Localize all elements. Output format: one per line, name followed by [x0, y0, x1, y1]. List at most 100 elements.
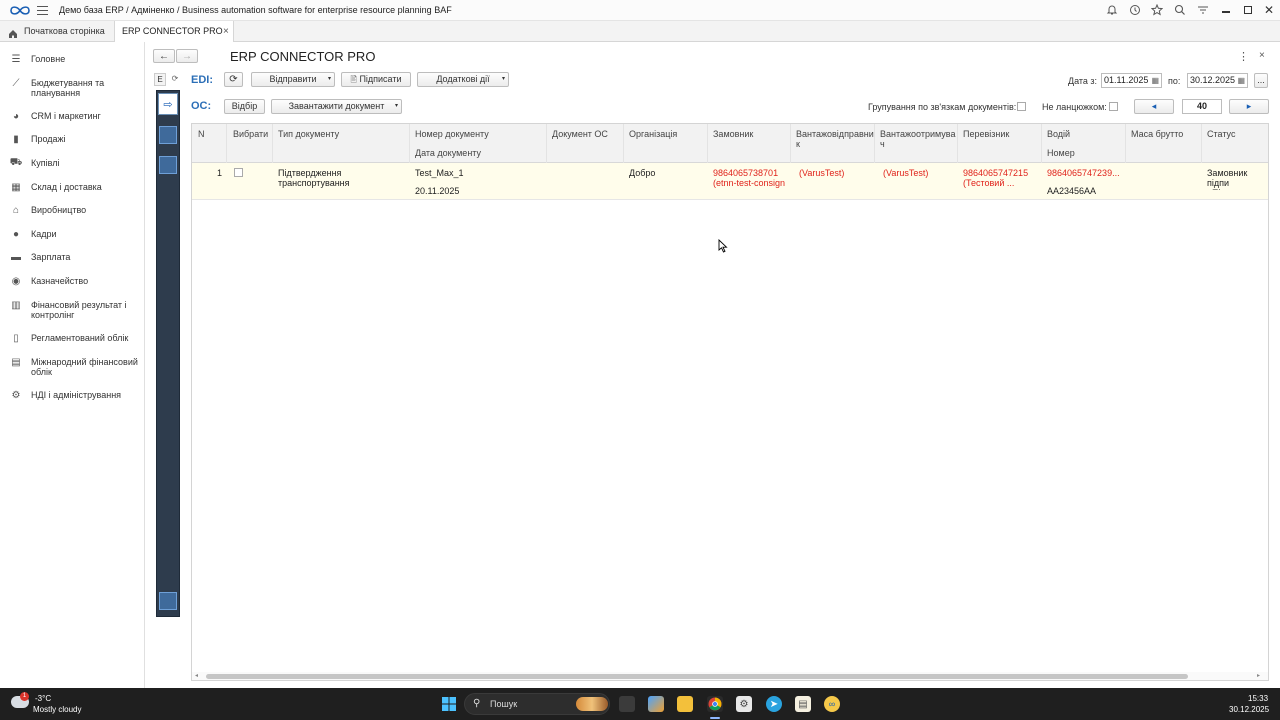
col-header-number[interactable]: Номер [1047, 148, 1075, 158]
tab-erp-connector[interactable]: ERP CONNECTOR PRO × [114, 21, 234, 43]
task-view-icon[interactable] [619, 696, 635, 712]
document-app-icon[interactable]: ▤ [795, 696, 811, 712]
sidebar-item-3[interactable]: ▮ Продажі [0, 133, 145, 146]
grouping-checkbox[interactable] [1017, 102, 1026, 111]
taskbar-date[interactable]: 30.12.2025 [1229, 705, 1269, 714]
scroll-right-arrow[interactable]: ▸ [1257, 672, 1260, 679]
chrome-icon[interactable] [707, 696, 723, 712]
back-button[interactable]: ← [153, 49, 175, 63]
filter-button[interactable]: Відбір [224, 99, 265, 114]
sign-button[interactable]: 🖹 Підписати [341, 72, 411, 87]
forward-button[interactable]: → [176, 49, 198, 63]
sidebar-item-13[interactable]: ⚙ НДІ і адміністрування [0, 389, 145, 402]
taskbar-search-box[interactable]: ⚲ Пошук [464, 693, 610, 715]
sign-doc-icon: 🖹 [350, 75, 357, 84]
no-chain-checkbox[interactable] [1109, 102, 1118, 111]
table-row[interactable]: 1 Підтвердження транспортування Test_Max… [192, 163, 1268, 200]
strip-button-3[interactable] [159, 592, 177, 610]
row-org: Добро [629, 168, 656, 178]
weather-widget[interactable]: 1 -3°C Mostly cloudy [8, 692, 108, 716]
sidebar-item-2[interactable]: ◕ CRM і маркетинг [0, 110, 145, 123]
star-icon[interactable] [1150, 3, 1164, 16]
sidebar-item-5[interactable]: ▦ Склад і доставка [0, 181, 145, 194]
col-header-doc-type[interactable]: Тип документу [278, 129, 339, 139]
col-header-gross[interactable]: Маса брутто [1131, 129, 1183, 139]
app-logo-icon[interactable] [10, 5, 30, 16]
strip-button-1[interactable] [159, 126, 177, 144]
col-header-customer[interactable]: Замовник [713, 129, 753, 139]
sidebar-item-8[interactable]: ▬ Зарплата [0, 251, 145, 264]
horizontal-scrollbar[interactable]: ◂ ▸ [192, 672, 1268, 680]
next-page-button[interactable]: ▸ [1229, 99, 1269, 114]
sidebar-item-10[interactable]: ▥ Фінансовий результат і контролінг [0, 299, 145, 321]
page-size-field[interactable]: 40 [1182, 99, 1222, 114]
sidebar-item-12[interactable]: ▤ Міжнародний фінансовий облік [0, 356, 145, 378]
tab-home[interactable]: Початкова сторінка [0, 21, 114, 42]
date-to-field[interactable]: 30.12.2025 ▦ [1187, 73, 1248, 88]
restore-icon[interactable] [1244, 6, 1252, 14]
history-icon[interactable] [1129, 4, 1141, 16]
minimize-icon[interactable] [1222, 11, 1230, 13]
col-header-org[interactable]: Організація [629, 129, 677, 139]
close-form-icon[interactable]: × [1259, 50, 1265, 61]
sidebar-item-9[interactable]: ◉ Казначейство [0, 275, 145, 288]
sidebar-item-4[interactable]: ⛟ Купівлі [0, 157, 145, 170]
row-customer-link[interactable]: 9864065738701 (etnn-test-consign [713, 168, 787, 190]
sidebar-item-1[interactable]: ⟋ Бюджетування та планування [0, 77, 145, 99]
close-window-icon[interactable]: ✕ [1264, 3, 1274, 17]
person-icon: ● [12, 228, 20, 240]
file-explorer-icon[interactable] [677, 696, 693, 712]
strip-button-2[interactable] [159, 156, 177, 174]
form-side-strip: E ⟳ ⇨ [145, 42, 185, 688]
tab-close-icon[interactable]: × [223, 21, 229, 42]
sidebar-item-label: Зарплата [31, 252, 71, 262]
taskbar-time[interactable]: 15:33 [1248, 694, 1268, 703]
row-select-checkbox[interactable] [234, 168, 243, 177]
col-header-select[interactable]: Вибрати [233, 129, 268, 139]
row-carrier-link[interactable]: 9864065747215 (Тестовий ... [963, 168, 1037, 188]
baf-app-icon[interactable]: ∞ [824, 696, 840, 712]
os-label: ОС: [191, 100, 212, 112]
refresh-small-icon[interactable]: ⟳ [169, 73, 181, 86]
scroll-left-arrow[interactable]: ◂ [195, 672, 198, 679]
sidebar-item-11[interactable]: ▯ Регламентований облік [0, 332, 145, 345]
col-header-n[interactable]: N [198, 129, 205, 139]
col-header-carrier[interactable]: Перевізник [963, 129, 1009, 139]
telegram-icon[interactable]: ➤ [766, 696, 782, 712]
settings-app-icon[interactable]: ⚙ [736, 696, 752, 712]
more-vert-icon[interactable]: ⋮ [1238, 50, 1249, 63]
edi-label: EDI: [191, 74, 213, 86]
send-arrow-icon[interactable]: ⇨ [158, 93, 178, 115]
sidebar-item-0[interactable]: ☰ Головне [0, 53, 145, 66]
col-header-doc-number[interactable]: Номер документу [415, 129, 489, 139]
col-header-driver[interactable]: Водій [1047, 129, 1070, 139]
col-header-shipper[interactable]: Вантажовідправник [796, 129, 874, 149]
row-driver-link[interactable]: 9864065747239... [1047, 168, 1123, 178]
bell-icon[interactable] [1106, 4, 1118, 16]
filter-icon[interactable] [1197, 4, 1209, 16]
period-select-button[interactable]: ... [1254, 73, 1268, 88]
col-header-doc-date[interactable]: Дата документу [415, 148, 481, 158]
strip-tab-e[interactable]: E [154, 73, 166, 86]
calendar-icon[interactable]: ▦ [1237, 74, 1245, 87]
col-header-doc-os[interactable]: Документ ОС [552, 129, 608, 139]
sidebar-item-6[interactable]: ⌂ Виробництво [0, 204, 145, 217]
row-consignee-link[interactable]: (VarusTest) [883, 168, 928, 178]
prev-page-button[interactable]: ◂ [1134, 99, 1174, 114]
date-from-field[interactable]: 01.11.2025 ▦ [1101, 73, 1162, 88]
copilot-icon[interactable] [648, 696, 664, 712]
extra-actions-button[interactable]: Додаткові дії ▾ [417, 72, 509, 87]
refresh-button[interactable]: ⟳ [224, 72, 243, 87]
scroll-thumb[interactable] [206, 674, 1188, 679]
row-doc-number: Test_Max_1 [415, 168, 464, 178]
col-header-status[interactable]: Статус [1207, 129, 1235, 139]
load-document-button[interactable]: Завантажити документ ▾ [271, 99, 402, 114]
send-button[interactable]: Відправити ▾ [251, 72, 335, 87]
calendar-icon[interactable]: ▦ [1151, 74, 1159, 87]
col-header-consignee[interactable]: Вантажоотримувач [880, 129, 958, 149]
row-shipper-link[interactable]: (VarusTest) [799, 168, 844, 178]
hamburger-menu-icon[interactable] [37, 6, 48, 15]
search-icon[interactable] [1174, 4, 1186, 16]
windows-start-icon[interactable] [441, 696, 457, 712]
sidebar-item-7[interactable]: ● Кадри [0, 228, 145, 241]
